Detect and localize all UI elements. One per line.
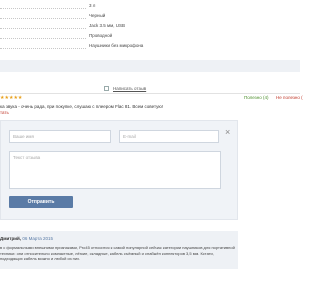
spec-row: Черный	[0, 12, 300, 22]
spec-row: Jack 3.5 мм, USB	[0, 22, 300, 32]
spec-dotted-leader	[0, 8, 86, 9]
spec-value: Наушники без микрофона	[89, 43, 144, 48]
review-body: в с формальными внешними признаками, Pro…	[0, 245, 235, 261]
email-input[interactable]	[119, 130, 219, 143]
review-card: Дмитрий, 06 Марта 2015 в с формальными в…	[0, 231, 238, 269]
spec-row: Наушники без микрофона	[0, 42, 300, 52]
spec-value: Проводной	[89, 33, 113, 38]
close-icon[interactable]: ×	[225, 128, 230, 137]
read-more-link[interactable]: тать	[0, 110, 9, 116]
write-review-button[interactable]: Написать отзыв	[104, 84, 146, 92]
spec-value: Черный	[89, 13, 106, 18]
review-text: ка звука - очень рада, при покупке, слуш…	[0, 104, 163, 109]
spec-row: Проводной	[0, 32, 300, 42]
spec-dotted-leader	[0, 28, 86, 29]
section-band	[0, 60, 300, 72]
divider	[0, 93, 300, 94]
spec-dotted-leader	[0, 18, 86, 19]
checkbox-icon	[104, 85, 109, 91]
useful-no-link[interactable]: Не полезно (	[276, 95, 303, 101]
spec-dotted-leader	[0, 38, 86, 39]
rating-stars: ★★★★★	[0, 95, 23, 101]
review-textarea[interactable]	[9, 151, 221, 189]
useful-yes-link[interactable]: Полезно (4)	[244, 95, 268, 101]
spec-row: 3 л	[0, 2, 300, 12]
write-review-label: Написать отзыв	[113, 85, 147, 91]
submit-button[interactable]: Отправить	[9, 196, 73, 208]
name-input[interactable]	[9, 130, 111, 143]
review-header: Дмитрий, 06 Марта 2015	[0, 236, 53, 242]
review-form: × Отправить	[0, 120, 238, 220]
review-author: Дмитрий,	[0, 236, 22, 241]
spec-value: Jack 3.5 мм, USB	[89, 23, 125, 28]
spec-dotted-leader	[0, 48, 86, 49]
review-date: 06 Марта 2015	[22, 236, 54, 241]
spec-value: 3 л	[89, 3, 96, 8]
